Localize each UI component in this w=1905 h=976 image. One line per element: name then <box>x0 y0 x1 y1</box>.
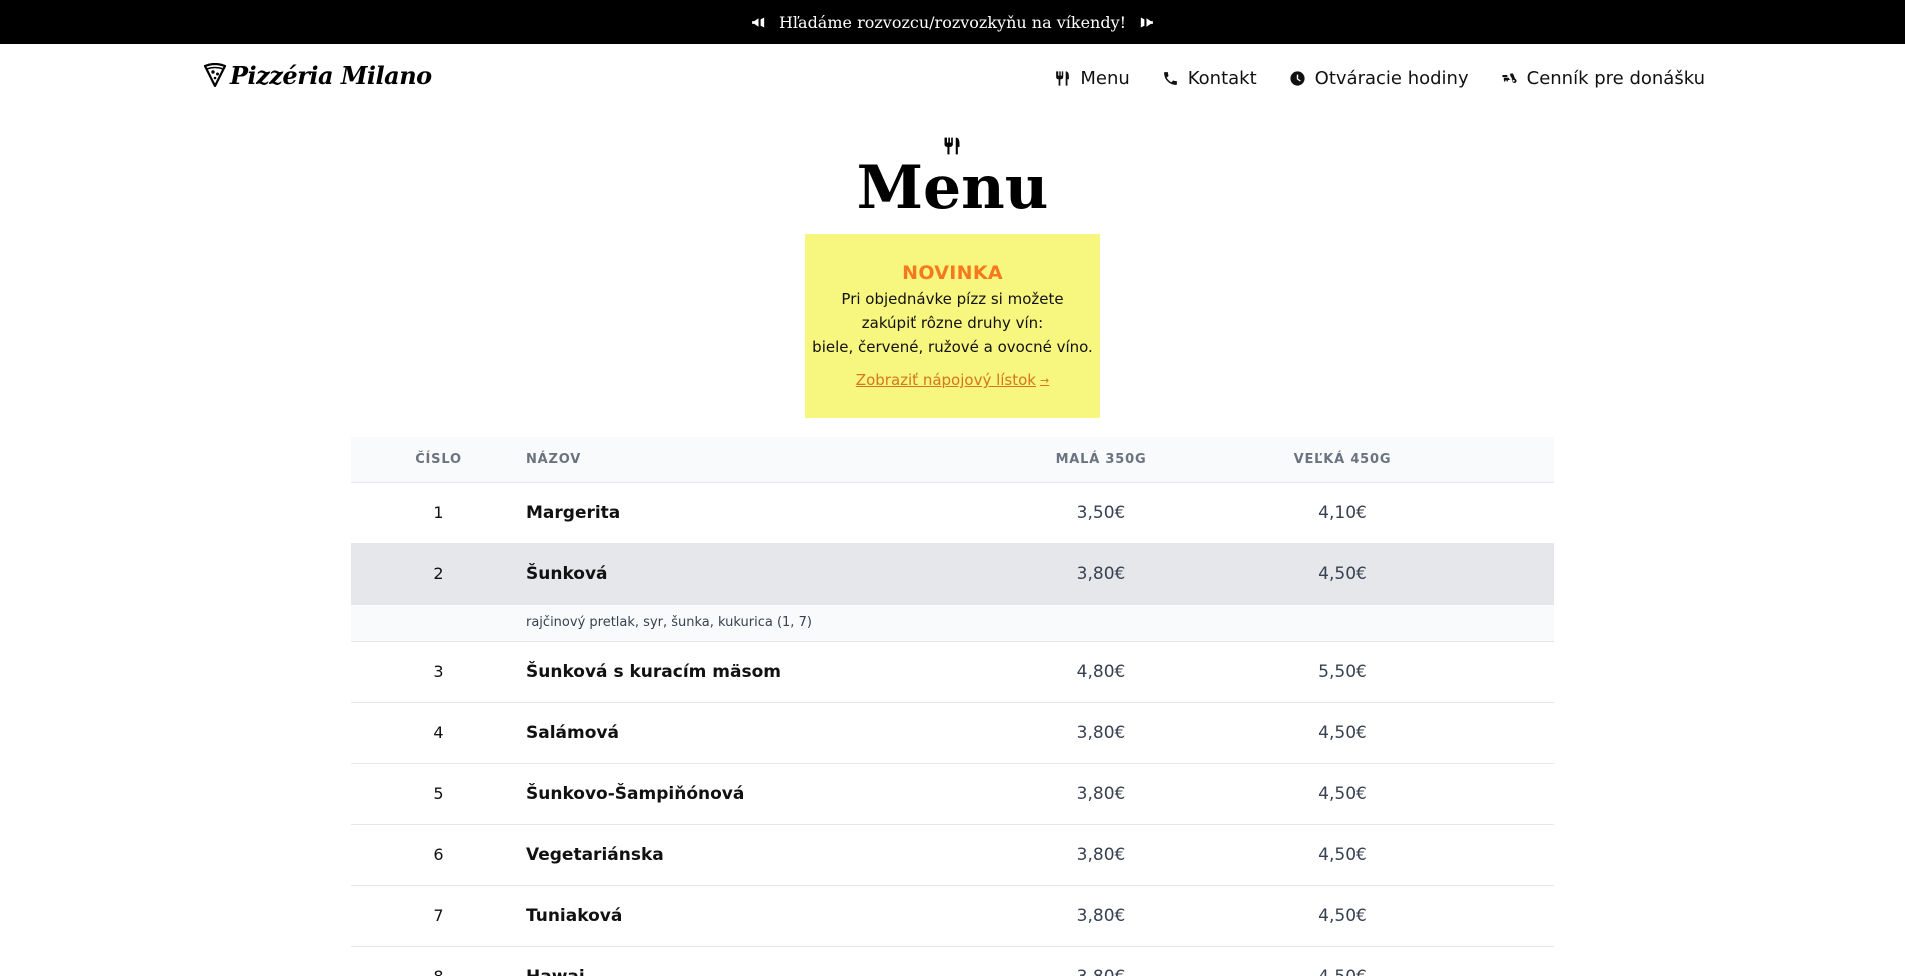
pizza-number: 4 <box>351 702 526 764</box>
pizza-number: 5 <box>351 763 526 825</box>
pizza-number: 3 <box>351 641 526 703</box>
pizza-number: 2 <box>351 543 526 605</box>
announcement-text: Hľadáme rozvozcu/rozvozkyňu na víkendy! <box>778 12 1127 32</box>
site-logo[interactable]: Pizzéria Milano <box>204 60 432 90</box>
page-title: Menu <box>856 153 1049 223</box>
novinka-line: Pri objednávke pízz si možete <box>841 290 1064 308</box>
nav-delivery-prices-label: Cenník pre donášku <box>1526 67 1705 89</box>
table-row[interactable]: 7 Tuniaková 3,80€ 4,50€ <box>351 885 1554 947</box>
pizza-name: Šunková s kuracím mäsom <box>526 641 981 703</box>
pizza-name: Šunková <box>526 543 981 605</box>
pizza-price-large: 4,50€ <box>1221 702 1554 764</box>
table-row[interactable]: 4 Salámová 3,80€ 4,50€ <box>351 702 1554 764</box>
megaphone-icon <box>1140 17 1153 27</box>
table-header-row: Číslo Názov Malá 350g Veľká 450g <box>351 437 1554 483</box>
logo-text: Pizzéria Milano <box>230 60 432 90</box>
pizza-menu-table: Číslo Názov Malá 350g Veľká 450g 1 Marge… <box>351 437 1554 976</box>
megaphone-icon <box>752 17 765 27</box>
pizza-name: Vegetariánska <box>526 824 981 886</box>
pizza-price-small: 3,80€ <box>981 824 1221 886</box>
pizza-price-small: 3,80€ <box>981 763 1221 825</box>
novinka-line: zakúpiť rôzne druhy vín: <box>861 314 1044 332</box>
table-row[interactable]: 8 Hawai 3,80€ 4,50€ <box>351 946 1554 976</box>
pizza-number: 7 <box>351 885 526 947</box>
pizza-name: Hawai <box>526 946 981 976</box>
novinka-line: biele, červené, ružové a ovocné víno. <box>812 338 1093 356</box>
pizza-price-large: 4,50€ <box>1221 946 1554 976</box>
header-name: Názov <box>526 437 981 483</box>
novinka-box: NOVINKA Pri objednávke pízz si možete za… <box>805 234 1100 418</box>
pizza-name: Tuniaková <box>526 885 981 947</box>
phone-icon <box>1163 71 1177 85</box>
nav-delivery-prices[interactable]: Cenník pre donášku <box>1501 68 1705 89</box>
header-large: Veľká 450g <box>1221 437 1554 483</box>
header-number: Číslo <box>351 437 526 483</box>
pizza-price-small: 4,80€ <box>981 641 1221 703</box>
pizza-price-large: 4,10€ <box>1221 482 1554 544</box>
pizza-price-large: 4,50€ <box>1221 885 1554 947</box>
novinka-title: NOVINKA <box>902 262 1003 284</box>
pizza-number: 8 <box>351 946 526 976</box>
pizza-name: Salámová <box>526 702 981 764</box>
arrow-right-icon: → <box>1039 373 1050 387</box>
clock-icon <box>1290 70 1305 86</box>
pizza-description: rajčinový pretlak, syr, šunka, kukurica … <box>526 604 1554 642</box>
pizza-price-large: 4,50€ <box>1221 543 1554 605</box>
pizza-slice-icon <box>204 63 226 87</box>
novinka-text: Pri objednávke pízz si možete zakúpiť rô… <box>805 287 1100 359</box>
pizza-name: Šunkovo-Šampiňónová <box>526 763 981 825</box>
utensils-icon <box>1056 70 1070 86</box>
drinks-menu-link[interactable]: Zobraziť nápojový lístok → <box>856 371 1049 389</box>
main-nav: Menu Kontakt Otváracie hodiny Cenník pre… <box>1054 64 1705 92</box>
header-small: Malá 350g <box>981 437 1221 483</box>
empty-cell <box>351 604 526 642</box>
table-row[interactable]: 6 Vegetariánska 3,80€ 4,50€ <box>351 824 1554 886</box>
pizza-number: 6 <box>351 824 526 886</box>
pizza-price-large: 5,50€ <box>1221 641 1554 703</box>
pizza-price-small: 3,50€ <box>981 482 1221 544</box>
pizza-price-small: 3,80€ <box>981 702 1221 764</box>
pizza-description-row: rajčinový pretlak, syr, šunka, kukurica … <box>351 604 1554 642</box>
pizza-price-large: 4,50€ <box>1221 763 1554 825</box>
drinks-menu-link-label: Zobraziť nápojový lístok <box>855 371 1036 389</box>
scooter-icon <box>1502 73 1517 83</box>
pizza-price-large: 4,50€ <box>1221 824 1554 886</box>
pizza-name: Margerita <box>526 482 981 544</box>
announcement-bar: Hľadáme rozvozcu/rozvozkyňu na víkendy! <box>0 0 1905 44</box>
pizza-number: 1 <box>351 482 526 544</box>
table-row[interactable]: 5 Šunkovo-Šampiňónová 3,80€ 4,50€ <box>351 763 1554 825</box>
table-row[interactable]: 3 Šunková s kuracím mäsom 4,80€ 5,50€ <box>351 641 1554 703</box>
nav-opening-hours-label: Otváracie hodiny <box>1314 67 1469 89</box>
nav-kontakt-label: Kontakt <box>1187 67 1257 89</box>
nav-opening-hours[interactable]: Otváracie hodiny <box>1289 68 1469 89</box>
pizza-price-small: 3,80€ <box>981 543 1221 605</box>
table-row[interactable]: 1 Margerita 3,50€ 4,10€ <box>351 482 1554 544</box>
nav-menu-label: Menu <box>1080 67 1130 89</box>
nav-menu[interactable]: Menu <box>1054 67 1130 89</box>
table-row[interactable]: 2 Šunková 3,80€ 4,50€ <box>351 543 1554 605</box>
pizza-price-small: 3,80€ <box>981 946 1221 976</box>
nav-kontakt[interactable]: Kontakt <box>1162 68 1257 89</box>
pizza-price-small: 3,80€ <box>981 885 1221 947</box>
